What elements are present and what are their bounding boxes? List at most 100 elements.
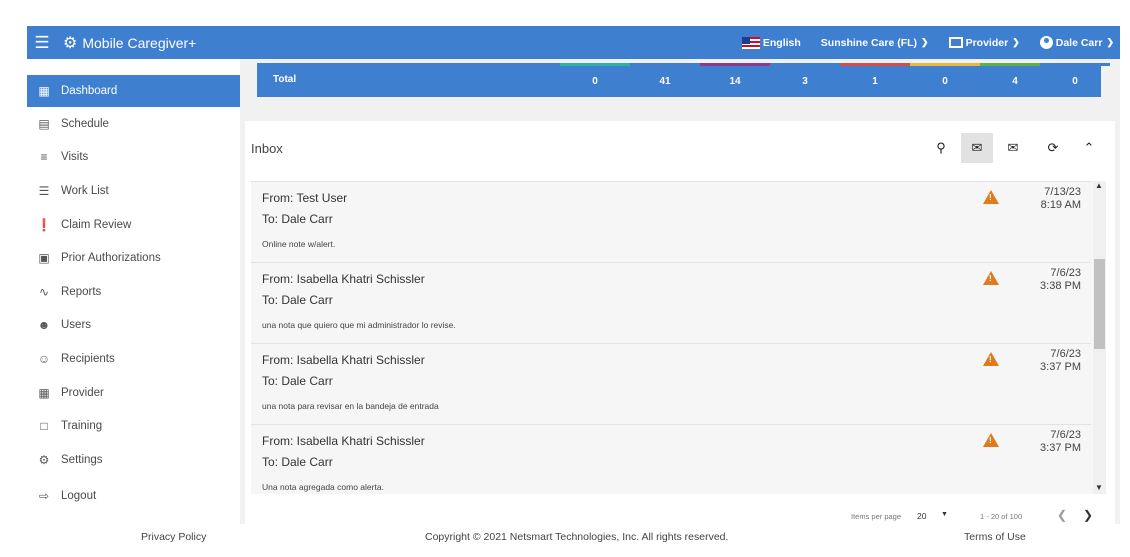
collapse-icon[interactable]: ⌃ <box>1073 133 1105 163</box>
sidebar-item-recipients[interactable]: ☺ Recipients <box>27 343 240 375</box>
training-icon: □ <box>40 419 48 433</box>
totals-color-strip <box>700 63 770 66</box>
totals-value: 14 <box>729 76 741 87</box>
message-timestamp: 7/6/23 3:37 PM <box>1040 429 1081 455</box>
people-icon: ☻ <box>37 318 51 332</box>
message-date: 7/6/23 <box>1050 429 1081 441</box>
message-body: Una nota agregada como alerta. <box>262 482 384 492</box>
message-list: From: Test User To: Dale Carr Online note … <box>251 181 1106 494</box>
message-timestamp: 7/6/23 3:38 PM <box>1040 267 1081 293</box>
read-mail-icon[interactable]: ✉ <box>997 133 1029 163</box>
alert-warning-icon <box>983 433 999 447</box>
totals-color-strip <box>840 63 910 66</box>
message-timestamp: 7/13/23 8:19 AM <box>1041 186 1081 212</box>
hamburger-menu-icon[interactable]: ☰ <box>27 26 57 59</box>
message-to: To: Dale Carr <box>262 455 333 469</box>
footer: Privacy Policy Copyright © 2021 Netsmart… <box>27 527 1120 547</box>
account-circle-icon <box>1039 36 1053 49</box>
sidebar-item-provider[interactable]: ▦ Provider <box>27 377 240 409</box>
copyright-text: Copyright © 2021 Netsmart Technologies, … <box>425 531 729 543</box>
message-to: To: Dale Carr <box>262 374 333 388</box>
role-label: Provider <box>965 36 1009 49</box>
totals-color-strip <box>770 63 840 66</box>
top-bar: ☰ ⚙ Mobile Caregiver+ English Sunshine C… <box>27 26 1120 59</box>
totals-color-strip <box>1040 63 1110 66</box>
totals-bar: Total 0 41 14 3 1 0 4 0 <box>257 63 1110 97</box>
language-selector[interactable]: English <box>741 36 801 49</box>
totals-value: 4 <box>1012 76 1018 87</box>
dropdown-arrow-icon[interactable]: ▼ <box>941 511 948 518</box>
sidebar-item-claim-review[interactable]: ❗ Claim Review <box>27 209 240 241</box>
message-row[interactable]: From: Isabella Khatri Schissler To: Dale … <box>251 262 1091 343</box>
sidebar-item-visits[interactable]: ≡ Visits <box>27 141 240 173</box>
message-body: una nota que quiero que mi administrador… <box>262 320 456 330</box>
privacy-policy-link[interactable]: Privacy Policy <box>141 531 206 543</box>
message-to: To: Dale Carr <box>262 212 333 226</box>
message-body: una nota para revisar en la bandeja de e… <box>262 401 439 411</box>
dashboard-icon: ▦ <box>38 84 50 98</box>
message-row[interactable]: From: Isabella Khatri Schissler To: Dale … <box>251 343 1091 424</box>
message-from: From: Isabella Khatri Schissler <box>262 434 425 448</box>
totals-value: 3 <box>802 76 808 87</box>
totals-value: 41 <box>659 76 671 87</box>
sidebar-item-settings[interactable]: ⚙ Settings <box>27 444 240 476</box>
totals-color-strip <box>910 63 980 66</box>
message-timestamp: 7/6/23 3:37 PM <box>1040 348 1081 374</box>
unread-mail-icon[interactable]: ✉ <box>961 133 993 163</box>
totals-value: 0 <box>1072 76 1078 87</box>
page-range: 1 - 20 of 100 <box>980 512 1023 521</box>
inbox-title: Inbox <box>251 141 283 156</box>
sidebar-item-schedule[interactable]: ▤ Schedule <box>27 108 240 140</box>
sidebar-item-dashboard[interactable]: ▦ Dashboard <box>27 75 240 107</box>
calendar-check-icon: ▣ <box>38 251 50 265</box>
sidebar-item-users[interactable]: ☻ Users <box>27 309 240 341</box>
chevron-down-icon: ❯ <box>921 37 929 47</box>
alert-warning-icon <box>983 352 999 366</box>
search-icon[interactable]: ⚲ <box>925 133 957 163</box>
next-page-icon[interactable]: ❯ <box>1083 508 1093 522</box>
sidebar-item-prior-authorizations[interactable]: ▣ Prior Authorizations <box>27 242 240 274</box>
role-selector[interactable]: Provider ❯ <box>948 36 1020 49</box>
sidebar-item-reports[interactable]: ∿ Reports <box>27 276 240 308</box>
scroll-up-icon[interactable]: ▲ <box>1095 181 1103 190</box>
main-content: Total 0 41 14 3 1 0 4 0 Inbox ⚲ ✉ ✉ ⟳ ⌃ From: T… <box>240 59 1120 524</box>
language-label: English <box>762 36 801 49</box>
totals-value: 0 <box>942 76 948 87</box>
scrollbar[interactable]: ▲ ▼ <box>1093 181 1106 494</box>
message-time: 3:37 PM <box>1040 361 1081 373</box>
scrollbar-thumb[interactable] <box>1094 259 1105 349</box>
us-flag-icon <box>741 36 760 49</box>
app-logo[interactable]: ⚙ Mobile Caregiver+ <box>63 33 196 53</box>
alert-warning-icon <box>983 271 999 285</box>
people-outline-icon: ☺ <box>37 352 51 366</box>
scroll-down-icon[interactable]: ▼ <box>1095 483 1103 492</box>
message-from: From: Isabella Khatri Schissler <box>262 272 425 286</box>
message-body: Online note w/alert. <box>262 239 336 249</box>
user-menu[interactable]: Dale Carr ❯ <box>1039 36 1114 49</box>
terms-of-use-link[interactable]: Terms of Use <box>964 531 1026 543</box>
app-title: Mobile Caregiver+ <box>82 34 197 51</box>
chevron-down-icon: ❯ <box>1106 37 1114 47</box>
page-edge <box>1120 0 1130 557</box>
message-time: 8:19 AM <box>1040 199 1081 211</box>
message-date: 7/6/23 <box>1050 267 1081 279</box>
items-per-page-select[interactable]: 20 <box>917 511 926 521</box>
message-time: 3:37 PM <box>1040 442 1081 454</box>
message-from: From: Test User <box>262 191 348 205</box>
app-frame: ☰ ⚙ Mobile Caregiver+ English Sunshine C… <box>0 0 1130 557</box>
sidebar-item-work-list[interactable]: ☰ Work List <box>27 175 240 207</box>
totals-color-strip <box>630 63 700 66</box>
filter-icon: ≡ <box>40 150 48 164</box>
totals-color-strip <box>560 63 630 66</box>
sidebar-item-logout[interactable]: ⇨ Logout <box>27 480 240 512</box>
agency-selector[interactable]: Sunshine Care (FL) ❯ <box>821 37 929 49</box>
id-card-icon <box>948 37 963 48</box>
sidebar-item-training[interactable]: □ Training <box>27 410 240 442</box>
list-icon: ☰ <box>38 184 50 198</box>
previous-page-icon[interactable]: ❮ <box>1057 508 1067 522</box>
message-row[interactable]: From: Isabella Khatri Schissler To: Dale … <box>251 424 1091 494</box>
totals-value: 1 <box>872 76 878 87</box>
refresh-icon[interactable]: ⟳ <box>1037 133 1069 163</box>
message-row[interactable]: From: Test User To: Dale Carr Online note … <box>251 181 1091 262</box>
top-bar-controls: English Sunshine Care (FL) ❯ Provider ❯ … <box>741 26 1120 59</box>
